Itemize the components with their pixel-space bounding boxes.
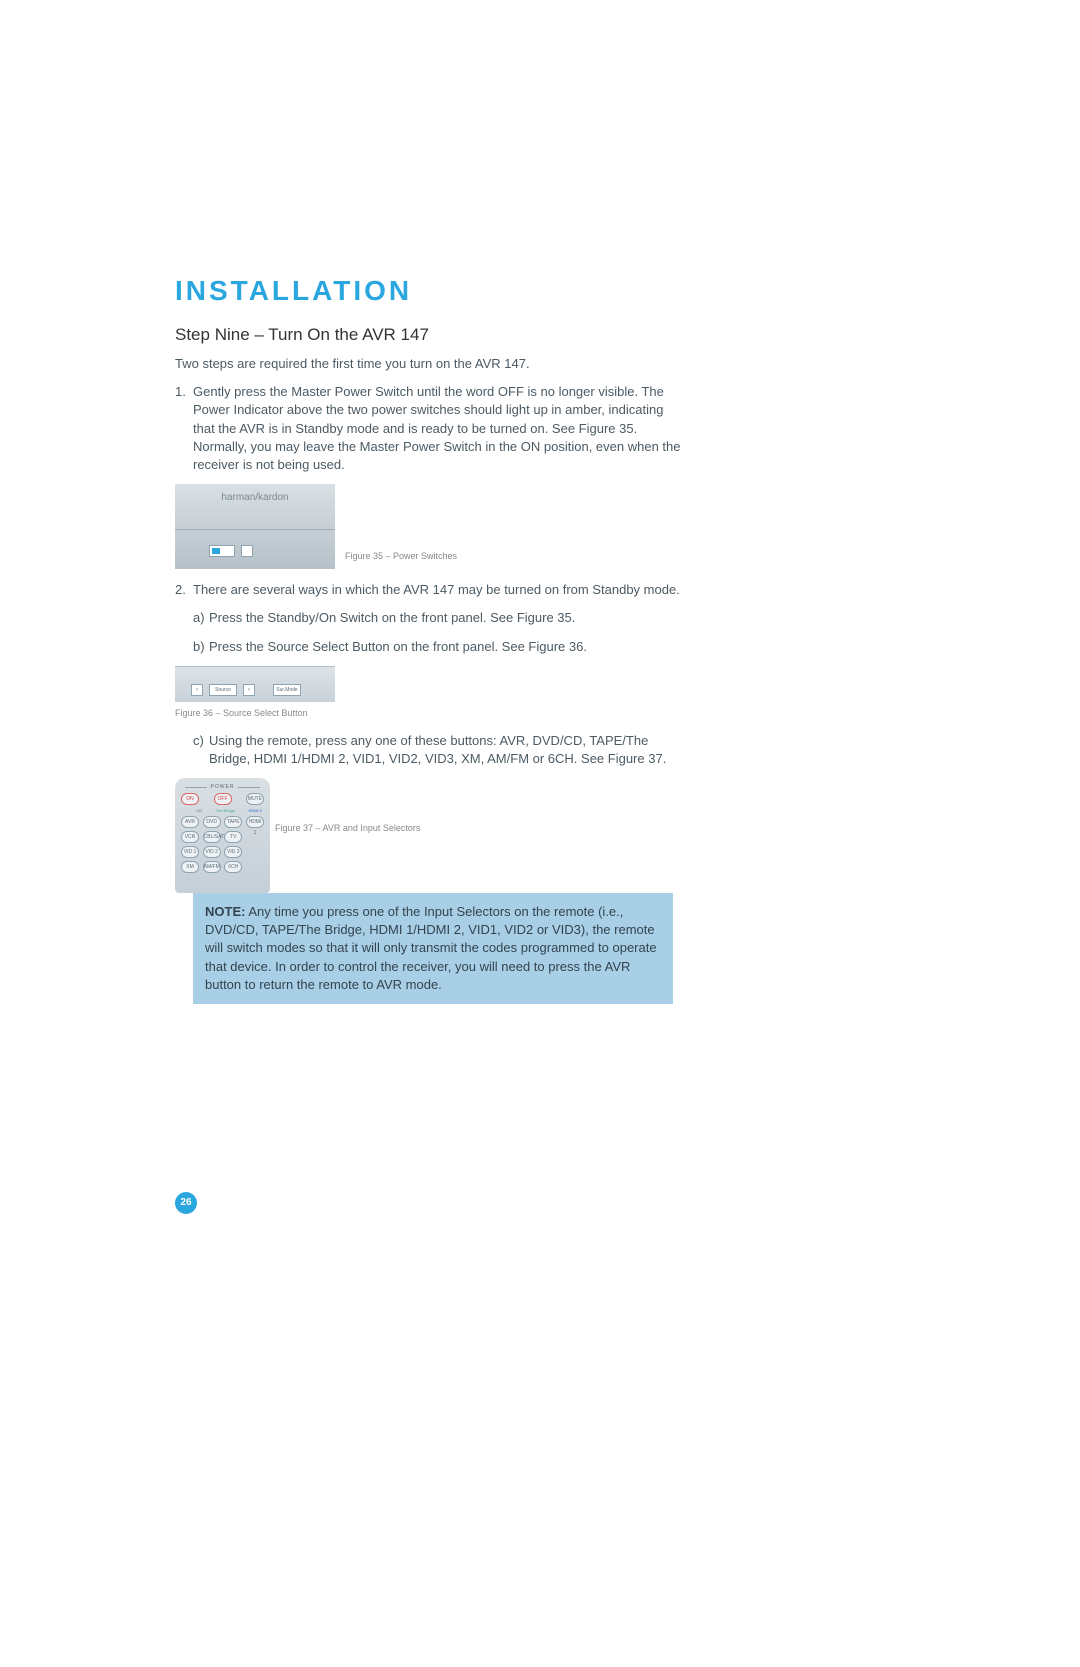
device-brand-label: harman/kardon (175, 492, 335, 503)
remote-hdmi2-label: HDMI 2 (248, 808, 262, 813)
item-text: There are several ways in which the AVR … (193, 581, 685, 599)
remote-cblsat-button-icon: CBL/SAT (203, 831, 221, 843)
source-button-icon: Source (209, 684, 237, 696)
figure-35-caption: Figure 35 – Power Switches (345, 551, 685, 561)
remote-6ch-button-icon: 6CH (224, 861, 242, 873)
remote-avr-button-icon: AVR (181, 816, 199, 828)
master-power-switch-icon (209, 545, 235, 557)
remote-hdmi1-button-icon: HDMI 1 (246, 816, 264, 828)
remote-power-label: POWER (181, 784, 264, 790)
page-number-badge: 26 (175, 1192, 197, 1214)
note-text: Any time you press one of the Input Sele… (205, 904, 657, 992)
remote-bridge-label: The Bridge (216, 808, 236, 813)
remote-amfm-button-icon: AM/FM (203, 861, 221, 873)
sub-text: Press the Source Select Button on the fr… (209, 638, 685, 656)
remote-vid3-button-icon: VID 3 (224, 846, 242, 858)
figure-37-remote: POWER ON OFF MUTE CD The Bridge HDMI 2 A… (175, 778, 270, 893)
sub-letter: c) (193, 732, 209, 768)
note-box: NOTE: Any time you press one of the Inpu… (193, 893, 673, 1004)
note-label: NOTE: (205, 904, 245, 919)
figure-36-caption: Figure 36 – Source Select Button (175, 708, 685, 718)
sub-item-2b: b) Press the Source Select Button on the… (193, 638, 685, 656)
sub-item-2c: c) Using the remote, press any one of th… (193, 732, 685, 768)
section-title: INSTALLATION (175, 275, 685, 307)
figure-37-caption: Figure 37 – AVR and Input Selectors (275, 823, 685, 833)
remote-on-button-icon: ON (181, 793, 199, 805)
remote-vid2-button-icon: VID 2 (203, 846, 221, 858)
sub-text: Press the Standby/On Switch on the front… (209, 609, 685, 627)
remote-mute-button-icon: MUTE (246, 793, 264, 805)
arrow-right-icon: › (243, 684, 255, 696)
arrow-left-icon: ‹ (191, 684, 203, 696)
step-heading: Step Nine – Turn On the AVR 147 (175, 325, 685, 345)
step-item-2: 2. There are several ways in which the A… (175, 581, 685, 599)
standby-switch-icon (241, 545, 253, 557)
sub-letter: a) (193, 609, 209, 627)
step-item-1: 1. Gently press the Master Power Switch … (175, 383, 685, 474)
figure-35-power-switches: harman/kardon (175, 484, 335, 569)
figure-36-source-select: ‹ Source › Sur.Mode (175, 666, 335, 702)
page-content: INSTALLATION Step Nine – Turn On the AVR… (175, 275, 685, 1004)
remote-cd-label: CD (196, 808, 202, 813)
intro-text: Two steps are required the first time yo… (175, 355, 685, 373)
remote-off-button-icon: OFF (214, 793, 232, 805)
sub-item-2a: a) Press the Standby/On Switch on the fr… (193, 609, 685, 627)
remote-tape-button-icon: TAPE (224, 816, 242, 828)
panel-divider (175, 529, 335, 530)
item-text: Gently press the Master Power Switch unt… (193, 383, 685, 474)
sub-letter: b) (193, 638, 209, 656)
remote-vcr-button-icon: VCR (181, 831, 199, 843)
item-number: 2. (175, 581, 193, 599)
surround-mode-button-icon: Sur.Mode (273, 684, 301, 696)
remote-tv-button-icon: TV (224, 831, 242, 843)
sub-text: Using the remote, press any one of these… (209, 732, 685, 768)
remote-xm-button-icon: XM (181, 861, 199, 873)
item-number: 1. (175, 383, 193, 474)
remote-vid1-button-icon: VID 1 (181, 846, 199, 858)
remote-dvd-button-icon: DVD (203, 816, 221, 828)
